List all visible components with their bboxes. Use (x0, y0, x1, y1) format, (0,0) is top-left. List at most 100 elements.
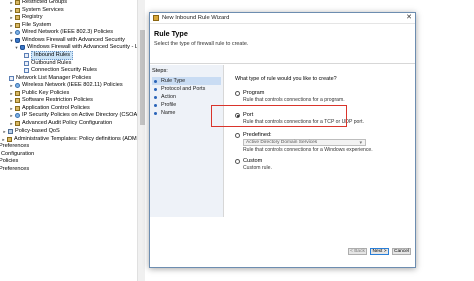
custom-description: Custom rule. (243, 164, 272, 171)
tree-item-label: File System (22, 22, 52, 28)
back-button[interactable]: < Back (348, 248, 367, 255)
custom-radio[interactable] (235, 158, 240, 164)
close-icon[interactable]: ✕ (403, 13, 415, 23)
expand-arrow-icon[interactable]: ▸ (9, 23, 14, 28)
chart-icon (8, 129, 13, 134)
program-label[interactable]: Program (243, 90, 264, 96)
step-bullet-icon (154, 111, 157, 115)
step-bullet-icon (154, 87, 157, 91)
wizard-footer: < Back Next > Cancel (150, 248, 415, 262)
expand-arrow-icon[interactable]: ▸ (9, 121, 14, 126)
dialog-titlebar: New Inbound Rule Wizard ✕ (150, 13, 415, 24)
tree-scrollbar-thumb[interactable] (139, 30, 145, 125)
tree-item-label: Preferences (0, 166, 30, 172)
predefined-label[interactable]: Predefined: (243, 132, 272, 138)
folder-icon (7, 137, 12, 142)
tree-item[interactable]: Preferences (0, 143, 29, 150)
tree-item[interactable]: Preferences (0, 166, 29, 173)
tree-item-label: Application Control Policies (22, 105, 90, 111)
network-icon (15, 113, 20, 118)
collapse-arrow-icon[interactable]: ▾ (9, 38, 14, 43)
expand-arrow-icon[interactable]: ▸ (9, 8, 14, 13)
expand-arrow-icon[interactable]: ▸ (9, 0, 14, 5)
option-program[interactable]: Program Rule that controls connections f… (235, 90, 408, 103)
tree-item[interactable]: ▸ Restricted Groups (9, 0, 67, 6)
expand-arrow-icon[interactable]: ▸ (9, 106, 14, 111)
firewall-icon (15, 38, 20, 43)
tree-item[interactable]: ▸ Public Key Policies (9, 90, 69, 97)
tree-item-label: Network List Manager Policies (16, 75, 92, 81)
program-description: Rule that controls connections for a pro… (243, 96, 345, 103)
tree-item[interactable]: ▸ Administrative Templates: Policy defini… (1, 136, 145, 143)
expand-arrow-icon[interactable]: ▸ (9, 15, 14, 20)
collapse-arrow-icon[interactable]: ▾ (14, 45, 19, 50)
folder-icon (15, 106, 20, 111)
step-label: Profile (161, 102, 177, 108)
step-label: Name (161, 110, 176, 116)
expand-arrow-icon[interactable]: ▸ (9, 91, 14, 96)
step-item: Rule Type (152, 77, 221, 85)
tree-item-label: Preferences (0, 143, 30, 149)
expand-arrow-icon[interactable]: ▸ (9, 30, 14, 35)
tree-item-label: Outbound Rules (31, 60, 72, 66)
tree-item-label: Wired Network (IEEE 802.3) Policies (22, 29, 114, 35)
tree-item[interactable]: Inbound Rules (24, 51, 74, 60)
tree-item[interactable]: ▾ Windows Firewall with Advanced Security (9, 37, 125, 44)
tree-item-label: Policy-based QoS (15, 128, 60, 134)
step-label: Action (161, 94, 176, 100)
expand-arrow-icon[interactable]: ▸ (2, 129, 7, 134)
rule-type-content: What type of rule would you like to crea… (226, 65, 415, 217)
step-bullet-icon (154, 79, 157, 83)
tree-item-label: IP Security Policies on Active Directory… (22, 112, 145, 118)
tree-item[interactable]: ▸ Wireless Network (IEEE 802.11) Policies (9, 82, 123, 89)
custom-label[interactable]: Custom (243, 158, 262, 164)
expand-arrow-icon[interactable]: ▸ (9, 98, 14, 103)
step-label: Rule Type (161, 78, 186, 84)
step-bullet-icon (154, 95, 157, 99)
tree-item[interactable]: Configuration (1, 151, 34, 158)
folder-icon (15, 98, 20, 103)
rules-icon (24, 68, 29, 73)
tree-item[interactable]: ▸ Wired Network (IEEE 802.3) Policies (9, 29, 113, 36)
tree-item[interactable]: ▸ Registry (9, 14, 43, 21)
tree-item[interactable]: ▸ Application Control Policies (9, 105, 90, 112)
tree-item[interactable]: Connection Security Rules (24, 67, 97, 74)
steps-title: Steps: (152, 68, 168, 74)
tree-item[interactable]: Outbound Rules (24, 60, 71, 67)
next-button[interactable]: Next > (370, 248, 389, 255)
firewall-app-icon (153, 15, 159, 21)
expand-arrow-icon[interactable]: ▸ (1, 137, 6, 142)
tree-item[interactable]: Policies (0, 158, 18, 165)
tree-item[interactable]: ▸ Software Restriction Policies (9, 97, 93, 104)
rules-icon (24, 61, 29, 66)
port-option-highlight (211, 105, 347, 127)
tree-item-label: Wireless Network (IEEE 802.11) Policies (22, 82, 123, 88)
tree-item-label: Software Restriction Policies (22, 97, 93, 103)
new-inbound-rule-wizard: New Inbound Rule Wizard ✕ Rule Type Sele… (149, 12, 416, 268)
tree-item[interactable]: ▸ Policy-based QoS (2, 128, 60, 135)
dialog-title: New Inbound Rule Wizard (162, 15, 230, 21)
tree-item-label: Windows Firewall with Advanced Security (22, 37, 125, 43)
tree-item[interactable]: ▸ File System (9, 22, 51, 29)
tree-item[interactable]: ▸ System Services (9, 7, 64, 14)
step-label: Protocol and Ports (161, 86, 206, 92)
tree-item[interactable]: Network List Manager Policies (9, 75, 91, 82)
tree-item[interactable]: ▾ Windows Firewall with Advanced Security… (14, 44, 142, 51)
tree-item[interactable]: ▸ IP Security Policies on Active Director… (9, 112, 145, 119)
expand-arrow-icon[interactable]: ▸ (9, 83, 14, 88)
cancel-button[interactable]: Cancel (392, 248, 411, 255)
tree-scrollbar[interactable] (137, 0, 145, 281)
option-predefined[interactable]: Predefined: Active Directory Domain Serv… (235, 132, 408, 153)
folder-icon (15, 8, 20, 13)
option-custom[interactable]: Custom Custom rule. (235, 158, 408, 171)
tree-item-label: Registry (22, 14, 43, 20)
expand-arrow-icon[interactable]: ▸ (9, 113, 14, 118)
step-item: Protocol and Ports (152, 85, 221, 93)
predefined-dropdown[interactable]: Active Directory Domain Services ▼ (243, 139, 366, 146)
tree-item[interactable]: ▸ Advanced Audit Policy Configuration (9, 120, 112, 127)
firewall-icon (20, 45, 25, 50)
tree-item-label: Configuration (1, 151, 35, 157)
folder-icon (15, 91, 20, 96)
predefined-radio[interactable] (235, 132, 240, 138)
program-radio[interactable] (235, 90, 240, 96)
